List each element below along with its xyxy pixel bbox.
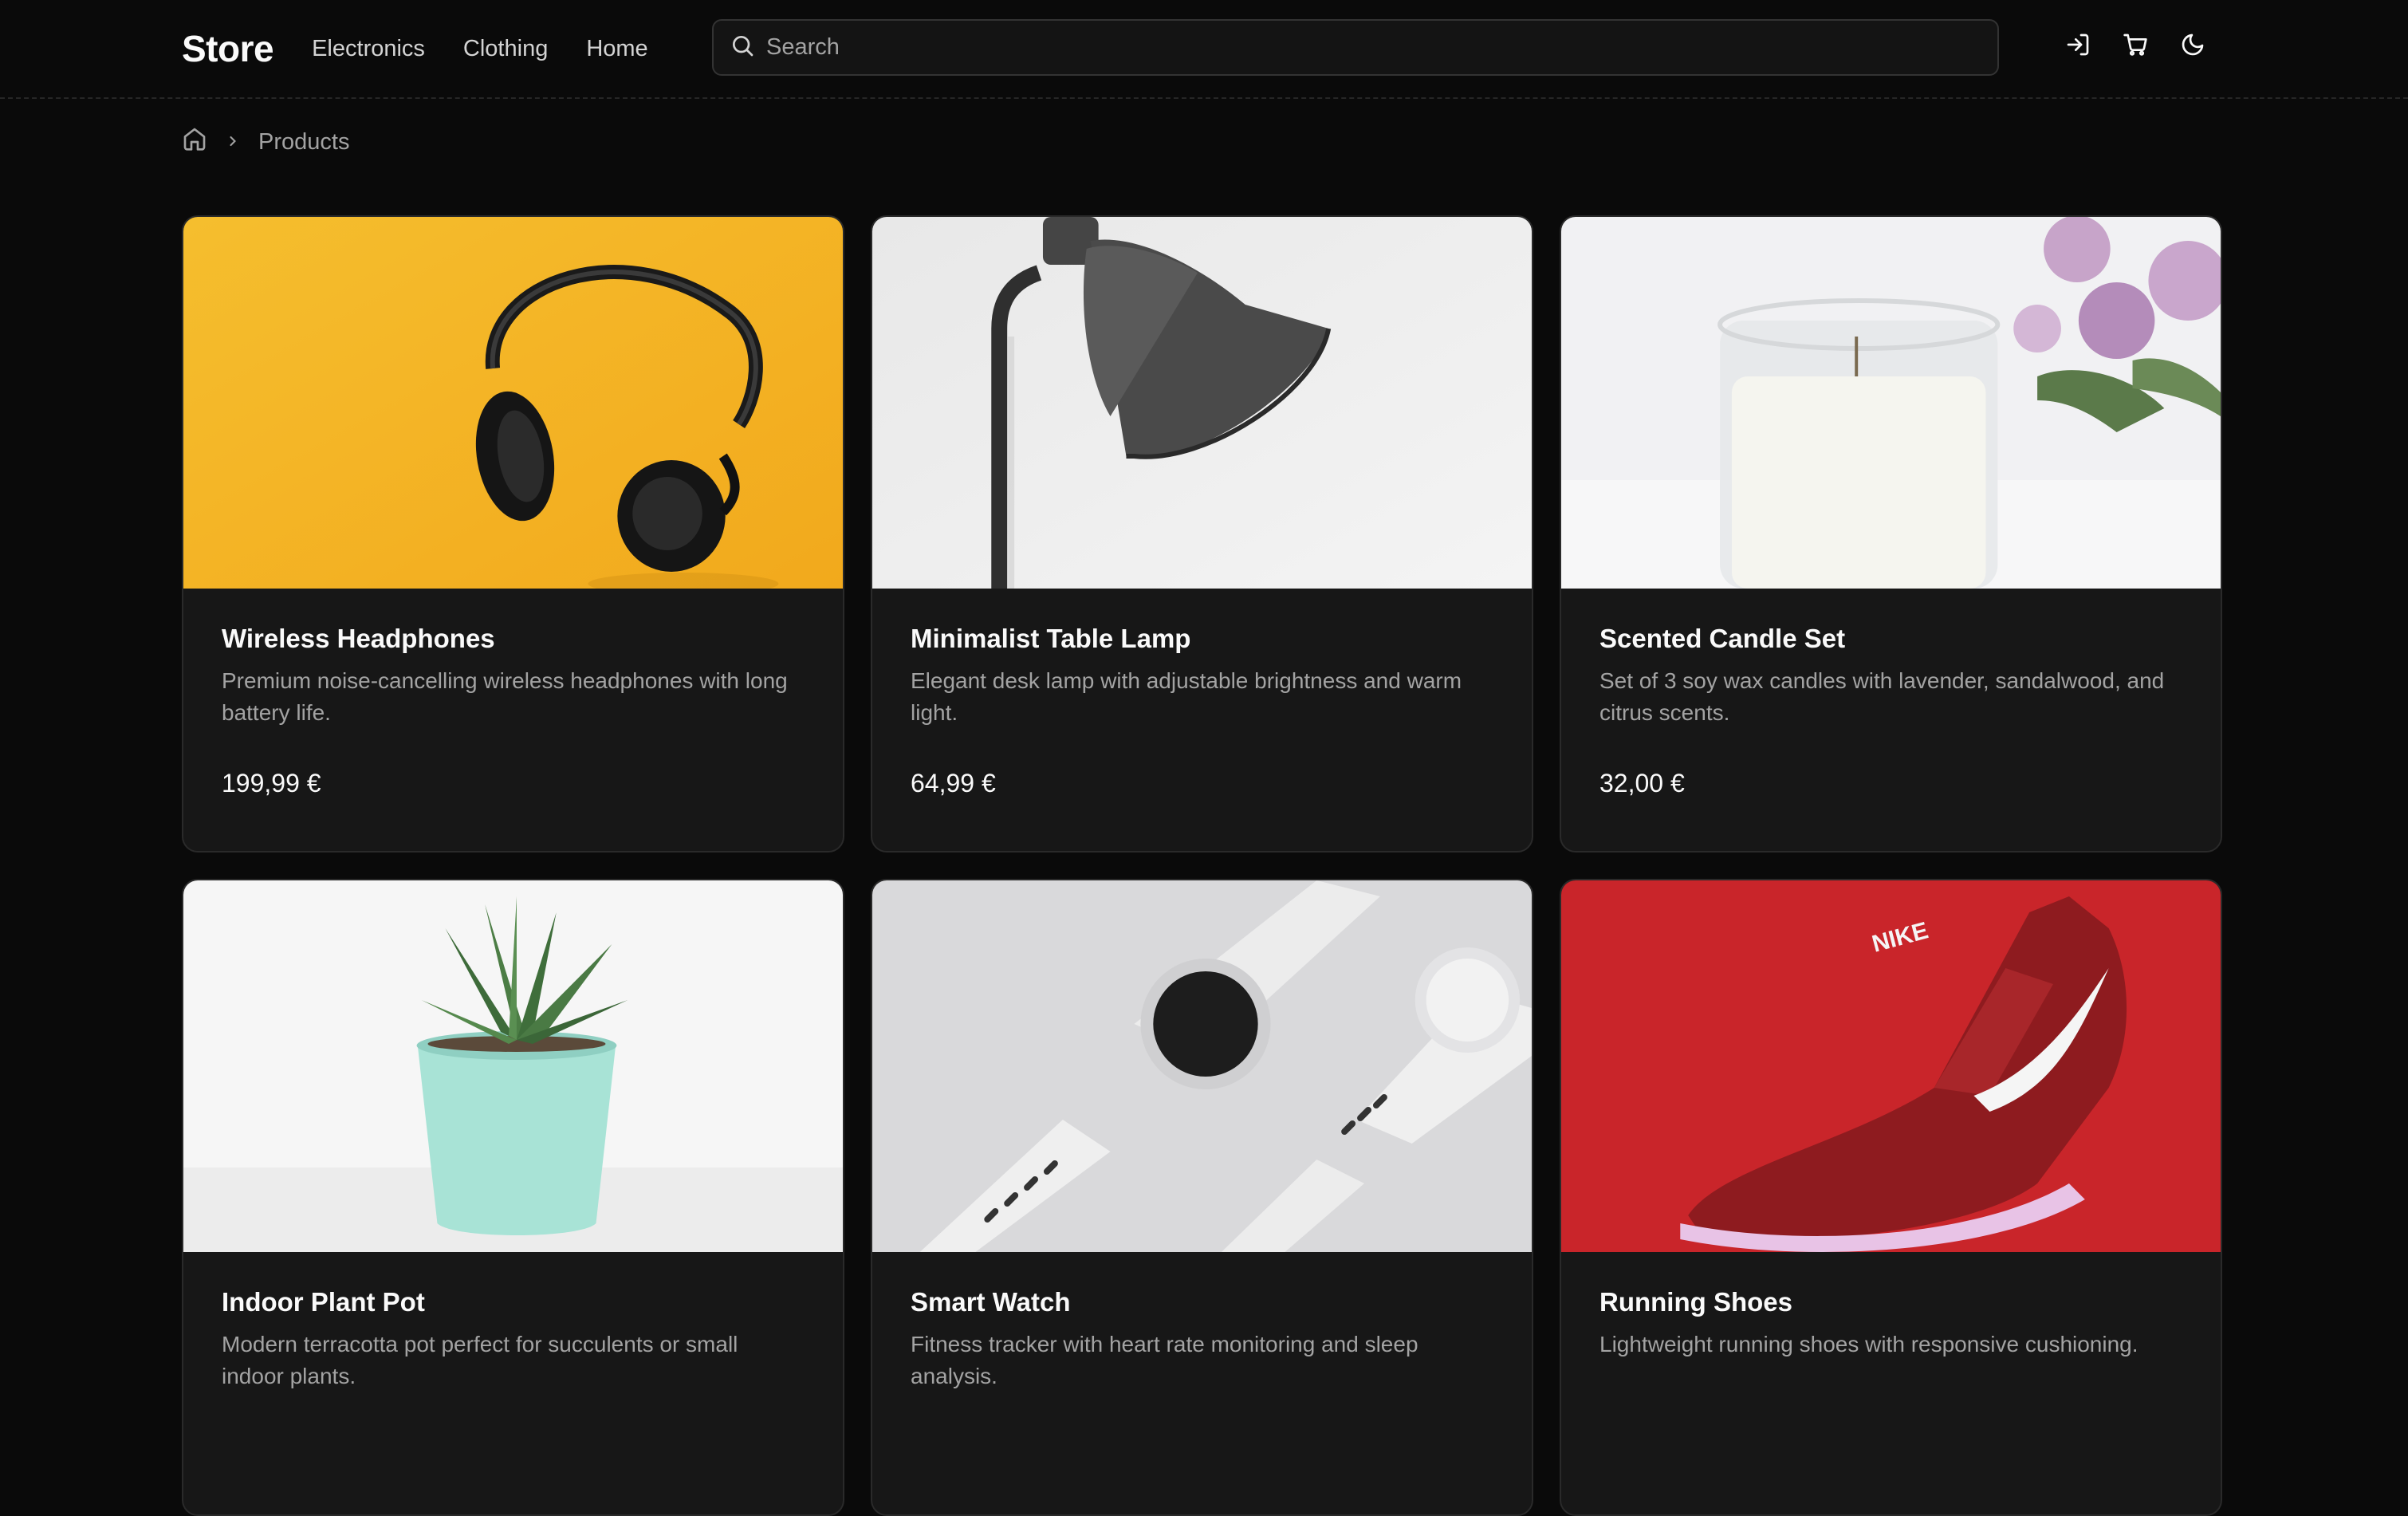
category-nav: Electronics Clothing Home: [312, 36, 648, 62]
product-description: Set of 3 soy wax candles with lavender, …: [1599, 668, 2165, 725]
breadcrumb-current: Products: [258, 128, 350, 155]
store-logo[interactable]: Store: [182, 27, 274, 70]
nav-electronics[interactable]: Electronics: [312, 36, 425, 62]
product-title: Indoor Plant Pot: [222, 1287, 425, 1317]
product-card[interactable]: NIKE Running Shoes Lightweight running s…: [1560, 879, 2222, 1516]
login-icon[interactable]: [2065, 32, 2091, 57]
product-description: Elegant desk lamp with adjustable bright…: [911, 668, 1462, 725]
product-card[interactable]: Wireless Headphones Premium noise-cancel…: [182, 215, 844, 853]
product-description: Premium noise-cancelling wireless headph…: [222, 668, 788, 725]
breadcrumb: Products: [182, 126, 349, 158]
home-icon[interactable]: [182, 126, 207, 158]
product-description: Fitness tracker with heart rate monitori…: [911, 1332, 1418, 1388]
product-card[interactable]: Minimalist Table Lamp Elegant desk lamp …: [871, 215, 1533, 853]
product-card[interactable]: Scented Candle Set Set of 3 soy wax cand…: [1560, 215, 2222, 853]
header-actions: [2065, 32, 2205, 57]
chevron-right-icon: [225, 129, 241, 156]
search-input[interactable]: [766, 34, 1962, 61]
plant-image: [183, 880, 843, 1252]
product-description: Lightweight running shoes with responsiv…: [1599, 1332, 2138, 1357]
product-card[interactable]: Smart Watch Fitness tracker with heart r…: [871, 879, 1533, 1516]
search-icon: [730, 33, 755, 62]
lamp-image: [872, 217, 1532, 589]
product-price: 64,99 €: [911, 769, 996, 797]
cart-icon[interactable]: [2123, 32, 2148, 57]
product-title: Minimalist Table Lamp: [911, 624, 1191, 653]
product-title: Scented Candle Set: [1599, 624, 1846, 653]
shoe-image: NIKE: [1561, 880, 2221, 1252]
product-title: Running Shoes: [1599, 1287, 1792, 1317]
watch-image: [872, 880, 1532, 1252]
product-price: 32,00 €: [1599, 769, 1685, 797]
top-navbar: Store Electronics Clothing Home: [0, 0, 2408, 99]
moon-icon[interactable]: [2180, 32, 2205, 57]
product-card[interactable]: Indoor Plant Pot Modern terracotta pot p…: [182, 879, 844, 1516]
product-price: 199,99 €: [222, 769, 321, 797]
candle-image: [1561, 217, 2221, 589]
nav-clothing[interactable]: Clothing: [463, 36, 548, 62]
nav-home[interactable]: Home: [586, 36, 647, 62]
search-box[interactable]: [712, 19, 1999, 76]
headphones-image: [183, 217, 843, 589]
product-description: Modern terracotta pot perfect for succul…: [222, 1332, 738, 1388]
product-title: Smart Watch: [911, 1287, 1071, 1317]
product-title: Wireless Headphones: [222, 624, 495, 653]
